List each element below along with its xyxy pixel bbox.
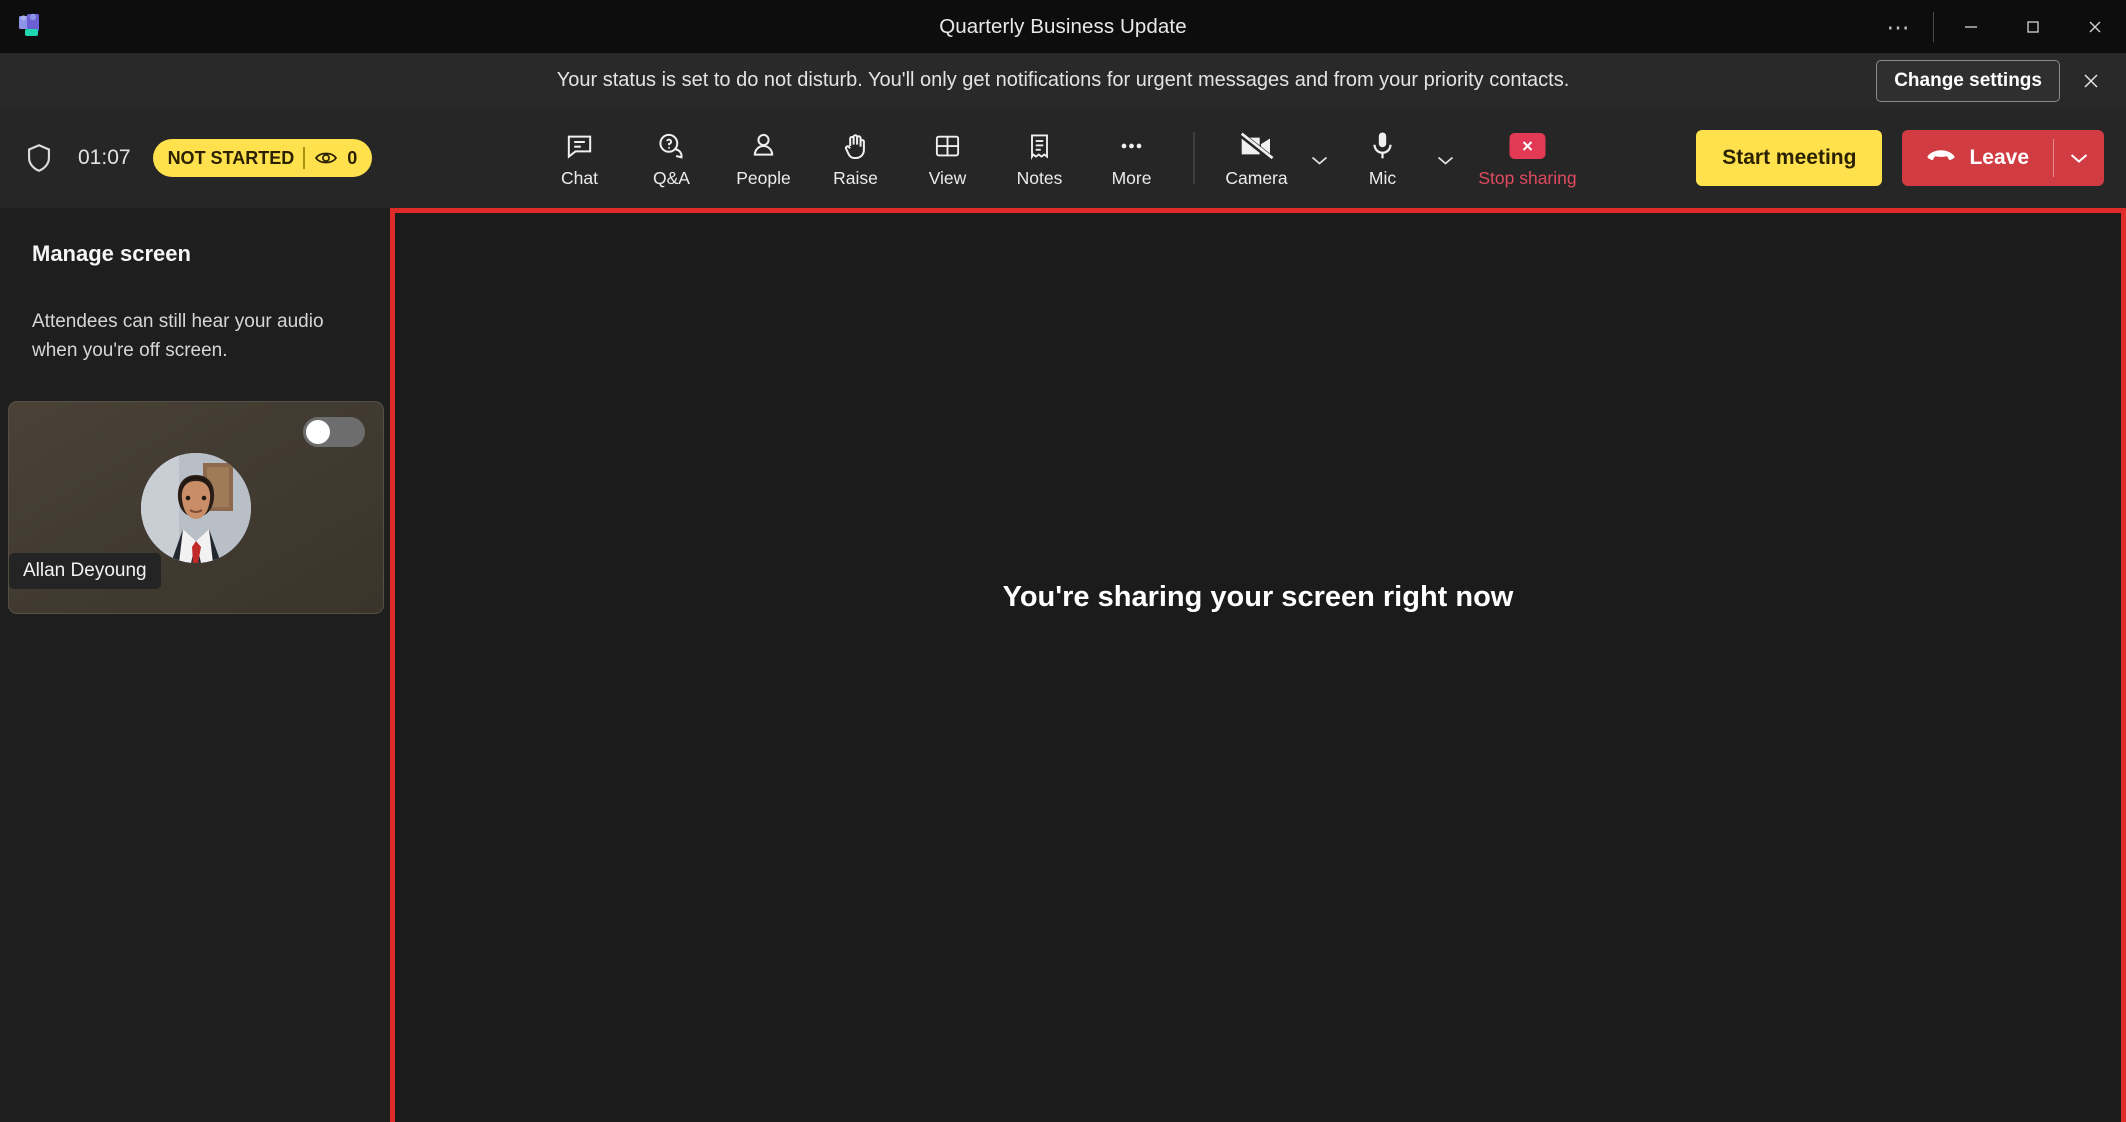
close-icon[interactable] <box>2064 0 2126 53</box>
toolbar-label-stop-sharing: Stop sharing <box>1478 167 1577 188</box>
toolbar-button-mic[interactable]: Mic <box>1337 116 1429 200</box>
titlebar-divider <box>1933 11 1934 42</box>
leave-chevron-down-icon[interactable] <box>2054 130 2104 186</box>
window-more-options-icon[interactable]: ⋯ <box>1871 0 1927 53</box>
status-badge-divider <box>303 147 306 169</box>
meeting-toolbar: 01:07 NOT STARTED 0 Chat Q&A People Rais… <box>0 108 2126 208</box>
screen-visibility-toggle[interactable] <box>303 417 365 447</box>
toolbar-button-more[interactable]: More <box>1086 116 1178 200</box>
eye-icon <box>314 150 338 166</box>
toolbar-label-raise: Raise <box>833 167 878 188</box>
toolbar-button-stop-sharing[interactable]: Stop sharing <box>1463 116 1593 200</box>
shield-icon[interactable] <box>22 141 56 175</box>
start-meeting-button[interactable]: Start meeting <box>1696 130 1883 186</box>
toolbar-label-mic: Mic <box>1368 167 1397 188</box>
banner-close-icon[interactable] <box>2074 64 2108 98</box>
leave-button-label: Leave <box>1969 146 2029 169</box>
toolbar-left-group: 01:07 NOT STARTED 0 <box>22 139 373 177</box>
camera-chevron-down-icon[interactable] <box>1303 123 1337 193</box>
camera-control-group: Camera <box>1211 116 1337 200</box>
status-notification-banner: Your status is set to do not disturb. Yo… <box>0 53 2126 108</box>
toolbar-label-view: View <box>928 167 967 188</box>
shared-screen-region: You're sharing your screen right now <box>390 208 2126 1122</box>
manage-screen-panel: Manage screen Attendees can still hear y… <box>0 208 390 1122</box>
status-badge: NOT STARTED 0 <box>152 139 373 177</box>
hangup-phone-icon <box>1926 146 1956 170</box>
toolbar-label-notes: Notes <box>1016 167 1063 188</box>
teams-meeting-window: Quarterly Business Update ⋯ Your status … <box>0 0 2126 1122</box>
participant-name-label: Allan Deyoung <box>9 553 161 589</box>
sharing-status-text: You're sharing your screen right now <box>1002 581 1514 613</box>
self-video-tile[interactable]: Allan Deyoung <box>8 401 384 614</box>
view-grid-icon <box>933 128 963 164</box>
avatar <box>141 452 251 563</box>
meeting-timer: 01:07 <box>78 146 131 169</box>
toolbar-button-view[interactable]: View <box>902 116 994 200</box>
viewer-count: 0 <box>347 147 358 168</box>
microphone-icon <box>1368 128 1398 164</box>
title-bar: Quarterly Business Update ⋯ <box>0 0 2126 53</box>
meeting-body: Manage screen Attendees can still hear y… <box>0 208 2126 1122</box>
toolbar-label-people: People <box>736 167 791 188</box>
raise-hand-icon <box>840 128 872 164</box>
toolbar-button-notes[interactable]: Notes <box>994 116 1086 200</box>
toolbar-button-camera[interactable]: Camera <box>1211 116 1303 200</box>
leave-button-group: Leave <box>1902 130 2104 186</box>
minimize-icon[interactable] <box>1940 0 2002 53</box>
toolbar-label-chat: Chat <box>561 167 598 188</box>
toolbar-center-group: Chat Q&A People Raise View Notes More Ca… <box>534 116 1593 200</box>
window-controls: ⋯ <box>1871 0 2126 53</box>
toolbar-button-raise[interactable]: Raise <box>810 116 902 200</box>
mic-chevron-down-icon[interactable] <box>1429 123 1463 193</box>
toolbar-button-qa[interactable]: Q&A <box>626 116 718 200</box>
sharing-status-message: You're sharing your screen right now <box>395 213 2121 1122</box>
toolbar-button-chat[interactable]: Chat <box>534 116 626 200</box>
question-answer-icon <box>656 128 688 164</box>
window-title: Quarterly Business Update <box>939 14 1187 38</box>
banner-message: Your status is set to do not disturb. Yo… <box>556 69 1570 91</box>
chat-icon <box>564 128 596 164</box>
toolbar-divider <box>1193 132 1195 184</box>
banner-actions: Change settings <box>1876 59 2108 102</box>
panel-description: Attendees can still hear your audio when… <box>32 311 324 361</box>
panel-title: Manage screen <box>32 241 191 266</box>
toolbar-label-qa: Q&A <box>653 167 690 188</box>
stop-sharing-icon <box>1509 128 1546 164</box>
people-icon <box>748 128 780 164</box>
toolbar-label-camera: Camera <box>1225 167 1288 188</box>
mic-control-group: Mic <box>1337 116 1463 200</box>
maximize-icon[interactable] <box>2002 0 2064 53</box>
camera-off-icon <box>1239 128 1275 164</box>
status-badge-label: NOT STARTED <box>167 147 295 168</box>
leave-button[interactable]: Leave <box>1902 130 2053 186</box>
toolbar-label-more: More <box>1111 167 1152 188</box>
toolbar-button-people[interactable]: People <box>718 116 810 200</box>
toggle-knob <box>306 420 330 444</box>
notes-icon <box>1025 128 1055 164</box>
toolbar-right-group: Start meeting Leave <box>1696 130 2104 186</box>
more-ellipsis-icon <box>1117 128 1147 164</box>
change-settings-button[interactable]: Change settings <box>1876 59 2060 102</box>
